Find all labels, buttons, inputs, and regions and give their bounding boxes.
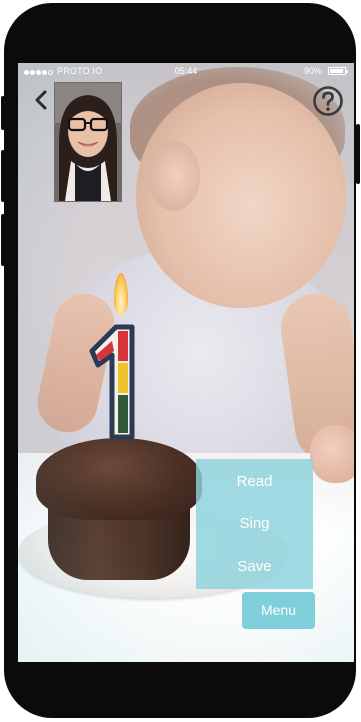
- app-screen: PROTO.IO 05:44 90% Read Sing Save Menu: [18, 63, 354, 662]
- menu-item-sing[interactable]: Sing: [196, 515, 313, 532]
- help-button[interactable]: [312, 85, 344, 117]
- status-bar: PROTO.IO 05:44 90%: [18, 63, 354, 79]
- menu-item-read[interactable]: Read: [196, 473, 313, 490]
- battery-icon: [328, 67, 348, 75]
- chevron-left-icon: [35, 90, 47, 110]
- menu-button[interactable]: Menu: [242, 592, 315, 629]
- question-mark-circle-icon: [313, 86, 343, 116]
- video-call-thumbnail[interactable]: [54, 82, 122, 202]
- caller-avatar: [55, 83, 121, 201]
- action-menu: Read Sing Save: [196, 459, 313, 589]
- back-button[interactable]: [30, 88, 54, 112]
- battery-percent: 90%: [303, 66, 322, 76]
- menu-item-save[interactable]: Save: [196, 558, 313, 575]
- battery-level-fill: [330, 69, 343, 73]
- power-button: [356, 124, 360, 184]
